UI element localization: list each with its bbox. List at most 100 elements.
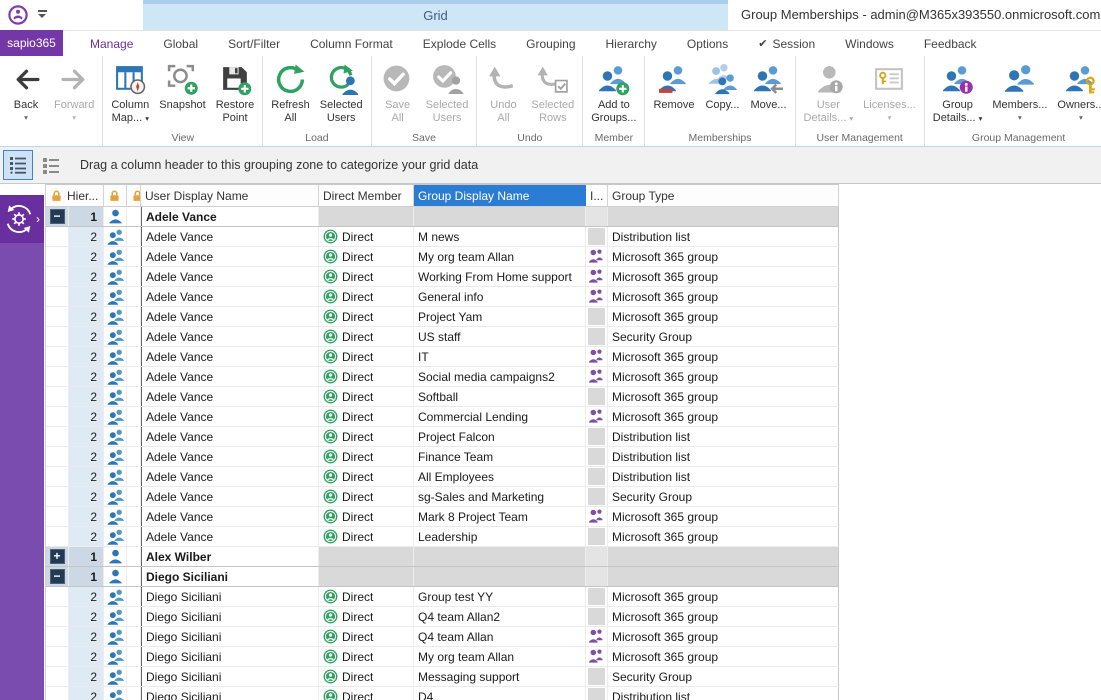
membership-row[interactable]: 2Adele VanceDirectAll EmployeesDistribut… xyxy=(46,467,839,487)
members-pair-icon xyxy=(104,387,127,406)
row-indent-cell xyxy=(46,407,69,426)
remove-membership-button[interactable]: Remove xyxy=(648,58,699,112)
spacer-cell xyxy=(127,427,141,446)
tab-global[interactable]: Global xyxy=(148,31,213,56)
add-to-groups-button[interactable]: Add toGroups... xyxy=(586,58,641,124)
membership-row[interactable]: 2Adele VanceDirectProject FalconDistribu… xyxy=(46,427,839,447)
row-indent-cell xyxy=(46,447,69,466)
direct-member-label: Direct xyxy=(342,590,373,604)
membership-row[interactable]: 2Diego SicilianiDirectQ4 team Allan2Micr… xyxy=(46,607,839,627)
direct-member-label: Direct xyxy=(342,350,373,364)
outline-view-icon[interactable] xyxy=(3,150,33,180)
spacer-cell xyxy=(127,247,141,266)
membership-row[interactable]: 2Adele VanceDirectSoftballMicrosoft 365 … xyxy=(46,387,839,407)
button-label: Forward xyxy=(54,99,94,112)
tab-manage[interactable]: Manage xyxy=(75,31,148,56)
owners-button[interactable]: Owners...▾ xyxy=(1052,58,1101,122)
group-type-cell: Microsoft 365 group xyxy=(608,387,839,406)
undo-all-icon xyxy=(487,63,520,96)
expand-group-button[interactable]: + xyxy=(46,547,69,566)
list-view-icon[interactable] xyxy=(36,150,66,180)
membership-row[interactable]: 2Adele VanceDirectFinance TeamDistributi… xyxy=(46,447,839,467)
membership-row[interactable]: 2Diego SicilianiDirectGroup test YYMicro… xyxy=(46,587,839,607)
membership-row[interactable]: 2Diego SicilianiDirectMessaging supportS… xyxy=(46,667,839,687)
minus-box-icon[interactable]: − xyxy=(50,209,65,224)
column-header-hierarchy[interactable]: Hier... xyxy=(46,185,104,206)
membership-row[interactable]: 2Diego SicilianiDirectQ4 team AllanMicro… xyxy=(46,627,839,647)
membership-row[interactable]: 2Adele VanceDirectUS staffSecurity Group xyxy=(46,327,839,347)
members-pair-icon xyxy=(104,607,127,626)
members-button[interactable]: Members...▾ xyxy=(987,58,1052,122)
group-display-name-cell: Group test YY xyxy=(414,587,586,606)
snapshot-button[interactable]: Snapshot xyxy=(154,58,210,112)
row-indent-cell xyxy=(46,527,69,546)
copy-membership-button[interactable]: Copy... xyxy=(699,58,745,112)
direct-member-label: Direct xyxy=(342,450,373,464)
membership-row[interactable]: 2Adele VanceDirectWorking From Home supp… xyxy=(46,267,839,287)
membership-row[interactable]: 2Adele VanceDirectITMicrosoft 365 group xyxy=(46,347,839,367)
group-header-row[interactable]: −1Adele Vance xyxy=(46,207,839,227)
row-indent-cell xyxy=(46,227,69,246)
column-map-button[interactable]: ColumnMap... ▾ xyxy=(106,58,154,125)
column-header-group-display-name[interactable]: Group Display Name xyxy=(414,185,586,206)
move-membership-button[interactable]: Move... xyxy=(745,58,791,112)
refresh-selected-users-button[interactable]: SelectedUsers xyxy=(315,58,368,124)
membership-row[interactable]: 2Adele VanceDirectCommercial LendingMicr… xyxy=(46,407,839,427)
spacer-cell xyxy=(127,467,141,486)
column-header-user-display-name[interactable]: User Display Name xyxy=(141,185,319,206)
tab-session[interactable]: ✔Session xyxy=(743,31,830,56)
minus-box-icon[interactable]: − xyxy=(50,569,65,584)
dropdown-arrow-icon: ▾ xyxy=(1018,114,1022,122)
tab-hierarchy[interactable]: Hierarchy xyxy=(591,31,672,56)
session-actions-gear-icon[interactable]: › xyxy=(0,195,44,243)
tab-label: Explode Cells xyxy=(423,37,496,51)
spacer-cell xyxy=(127,507,141,526)
membership-row[interactable]: 2Adele VanceDirectM newsDistribution lis… xyxy=(46,227,839,247)
tab-options[interactable]: Options xyxy=(672,31,743,56)
membership-row[interactable]: 2Adele VanceDirectProject YamMicrosoft 3… xyxy=(46,307,839,327)
tab-column-format[interactable]: Column Format xyxy=(295,31,408,56)
restore-point-button[interactable]: RestorePoint xyxy=(211,58,260,124)
tab-windows[interactable]: Windows xyxy=(830,31,909,56)
plus-box-icon[interactable]: + xyxy=(50,549,65,564)
membership-row[interactable]: 2Adele VanceDirectMark 8 Project TeamMic… xyxy=(46,507,839,527)
collapse-group-button[interactable]: − xyxy=(46,567,69,586)
dropdown-arrow-icon: ▾ xyxy=(888,114,892,122)
column-header-group-icon[interactable]: I... xyxy=(586,185,608,206)
membership-row[interactable]: 2Adele VanceDirectGeneral infoMicrosoft … xyxy=(46,287,839,307)
group-details-button[interactable]: GroupDetails... ▾ xyxy=(928,58,988,125)
column-header-direct-member[interactable]: Direct Member xyxy=(319,185,414,206)
column-header-extra[interactable] xyxy=(127,185,141,206)
membership-row[interactable]: 2Diego SicilianiDirectD4Distribution lis… xyxy=(46,687,839,700)
refresh-all-button[interactable]: RefreshAll xyxy=(266,58,315,124)
group-header-row[interactable]: +1Alex Wilber xyxy=(46,547,839,567)
customize-quick-access-icon[interactable] xyxy=(36,9,48,21)
column-header-group-type[interactable]: Group Type xyxy=(608,185,839,206)
direct-member-label: Direct xyxy=(342,270,373,284)
empty-group-icon-cell xyxy=(586,467,608,486)
sidebar-expand-chevron-icon[interactable]: › xyxy=(36,212,40,226)
membership-row[interactable]: 2Diego SicilianiDirectMy org team AllanM… xyxy=(46,647,839,667)
membership-row[interactable]: 2Adele VanceDirectSocial media campaigns… xyxy=(46,367,839,387)
hierarchy-level: 2 xyxy=(69,387,104,406)
column-header-user-icon[interactable] xyxy=(104,185,127,206)
tab-explode-cells[interactable]: Explode Cells xyxy=(408,31,511,56)
tab-sort-filter[interactable]: Sort/Filter xyxy=(213,31,295,56)
membership-row[interactable]: 2Adele VanceDirectLeadershipMicrosoft 36… xyxy=(46,527,839,547)
group-display-name-cell: My org team Allan xyxy=(414,647,586,666)
group-header-row[interactable]: −1Diego Siciliani xyxy=(46,567,839,587)
button-label: RestorePoint xyxy=(216,99,255,124)
membership-row[interactable]: 2Adele VanceDirectsg-Sales and Marketing… xyxy=(46,487,839,507)
collapse-group-button[interactable]: − xyxy=(46,207,69,226)
group-type-cell: Microsoft 365 group xyxy=(608,507,839,526)
tab-grouping[interactable]: Grouping xyxy=(511,31,590,56)
button-label: GroupDetails... ▾ xyxy=(933,99,983,125)
tab-feedback[interactable]: Feedback xyxy=(909,31,992,56)
grouping-zone-hint[interactable]: Drag a column header to this grouping zo… xyxy=(80,158,478,172)
direct-member-icon xyxy=(323,369,338,384)
hierarchy-level: 2 xyxy=(69,647,104,666)
membership-row[interactable]: 2Adele VanceDirectMy org team AllanMicro… xyxy=(46,247,839,267)
tab-sapio365[interactable]: sapio365 xyxy=(0,30,63,56)
members-pair-icon xyxy=(104,287,127,306)
back-arrow-button[interactable]: Back▾ xyxy=(3,58,49,122)
